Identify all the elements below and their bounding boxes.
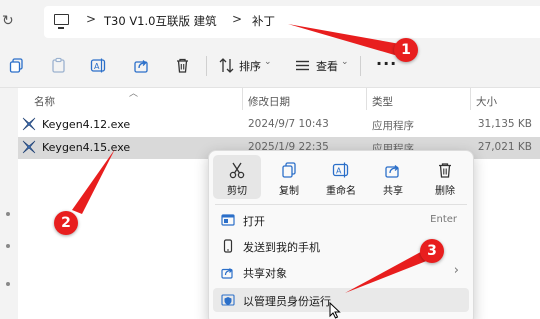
nav-marker	[6, 244, 10, 248]
toolbar-divider	[360, 56, 361, 76]
chevron-down-icon[interactable]: ⌄	[341, 57, 349, 67]
menu-item-label: 共享对象	[243, 267, 287, 280]
cut-label: 剪切	[227, 186, 247, 197]
copy-label: 复制	[279, 186, 299, 197]
shortcut-hint: Enter	[430, 214, 457, 225]
annotation-badge-2: 2	[54, 211, 78, 235]
menu-item-label: 发送到我的手机	[243, 241, 320, 254]
share-label: 共享	[383, 186, 403, 197]
column-divider[interactable]	[470, 88, 471, 110]
command-bar: A 排序 ⌄ 查看 ⌄ ···	[0, 44, 540, 88]
cut-button[interactable]: 剪切	[213, 155, 261, 199]
svg-text:A: A	[336, 167, 342, 176]
paste-icon[interactable]	[50, 57, 67, 74]
annotation-badge-1: 1	[394, 38, 418, 62]
view-button[interactable]: 查看	[316, 58, 338, 74]
share-icon[interactable]	[133, 57, 150, 74]
delete-label: 删除	[435, 186, 455, 197]
nav-marker	[6, 212, 10, 216]
breadcrumb-item-patch[interactable]: 补丁	[252, 13, 275, 29]
this-pc-icon[interactable]	[54, 14, 69, 29]
share-button[interactable]: 共享	[369, 155, 417, 199]
phone-icon	[221, 239, 235, 253]
menu-separator	[215, 204, 467, 205]
rename-icon[interactable]: A	[90, 57, 107, 74]
context-menu: 剪切 复制 A 重命名 共享 删除 打开 Enter 发送到我的手机 共享对象 …	[208, 150, 474, 319]
file-size: 27,021 KB	[477, 141, 532, 153]
nav-marker	[6, 282, 10, 286]
column-divider[interactable]	[366, 88, 367, 110]
more-options-button[interactable]: ···	[376, 54, 397, 73]
copy-icon[interactable]	[8, 57, 25, 74]
rename-label: 重命名	[326, 186, 356, 197]
toolbar-divider	[206, 56, 207, 76]
share-icon	[384, 161, 402, 179]
breadcrumb-chevron[interactable]: >	[86, 12, 96, 26]
delete-button[interactable]: 删除	[421, 155, 469, 199]
rename-button[interactable]: A 重命名	[317, 155, 365, 199]
admin-shield-icon	[221, 293, 235, 307]
file-name: Keygen4.12.exe	[42, 118, 131, 131]
svg-text:A: A	[94, 62, 100, 71]
menu-item-open[interactable]: 打开 Enter	[213, 208, 469, 232]
cut-icon	[228, 161, 246, 179]
share-icon	[221, 265, 235, 279]
menu-item-label: 以管理员身份运行	[243, 295, 331, 308]
keygen-exe-icon	[22, 117, 36, 131]
copy-button[interactable]: 复制	[265, 155, 313, 199]
annotation-badge-3: 3	[420, 239, 444, 263]
file-date: 2024/9/7 10:43	[248, 118, 329, 130]
file-size: 31,135 KB	[477, 118, 532, 130]
file-name: Keygen4.15.exe	[42, 141, 131, 154]
copy-icon	[280, 161, 298, 179]
address-bar-area: ↻ > T30 V1.0互联版 建筑 > 补丁	[0, 0, 540, 44]
mouse-pointer-icon	[329, 302, 341, 319]
menu-item-label: 打开	[243, 215, 265, 228]
sort-button[interactable]: 排序	[239, 58, 261, 74]
breadcrumb-item-t30[interactable]: T30 V1.0互联版 建筑	[104, 13, 217, 29]
submenu-arrow-icon: ›	[453, 263, 459, 278]
delete-icon	[436, 161, 454, 179]
view-icon[interactable]	[294, 57, 311, 74]
open-icon	[221, 213, 235, 227]
sort-icon[interactable]	[218, 57, 235, 74]
file-type: 应用程序	[372, 120, 414, 132]
refresh-icon[interactable]: ↻	[2, 12, 18, 30]
column-divider[interactable]	[242, 88, 243, 110]
navigation-pane-edge[interactable]	[0, 88, 18, 319]
column-header-size[interactable]: 大小	[476, 94, 497, 109]
rename-icon: A	[332, 161, 350, 179]
column-header-name[interactable]: 名称	[34, 94, 55, 109]
sort-indicator-icon: ︿	[129, 89, 139, 99]
chevron-down-icon[interactable]: ⌄	[264, 57, 272, 67]
column-header-date[interactable]: 修改日期	[248, 94, 290, 109]
menu-item-share-with[interactable]: 共享对象 ›	[213, 260, 469, 284]
breadcrumb-chevron[interactable]: >	[232, 12, 242, 26]
column-header-type[interactable]: 类型	[372, 94, 393, 109]
table-row[interactable]: Keygen4.12.exe 2024/9/7 10:43 应用程序 31,13…	[18, 114, 540, 136]
delete-icon[interactable]	[174, 57, 191, 74]
keygen-exe-icon	[22, 140, 36, 154]
